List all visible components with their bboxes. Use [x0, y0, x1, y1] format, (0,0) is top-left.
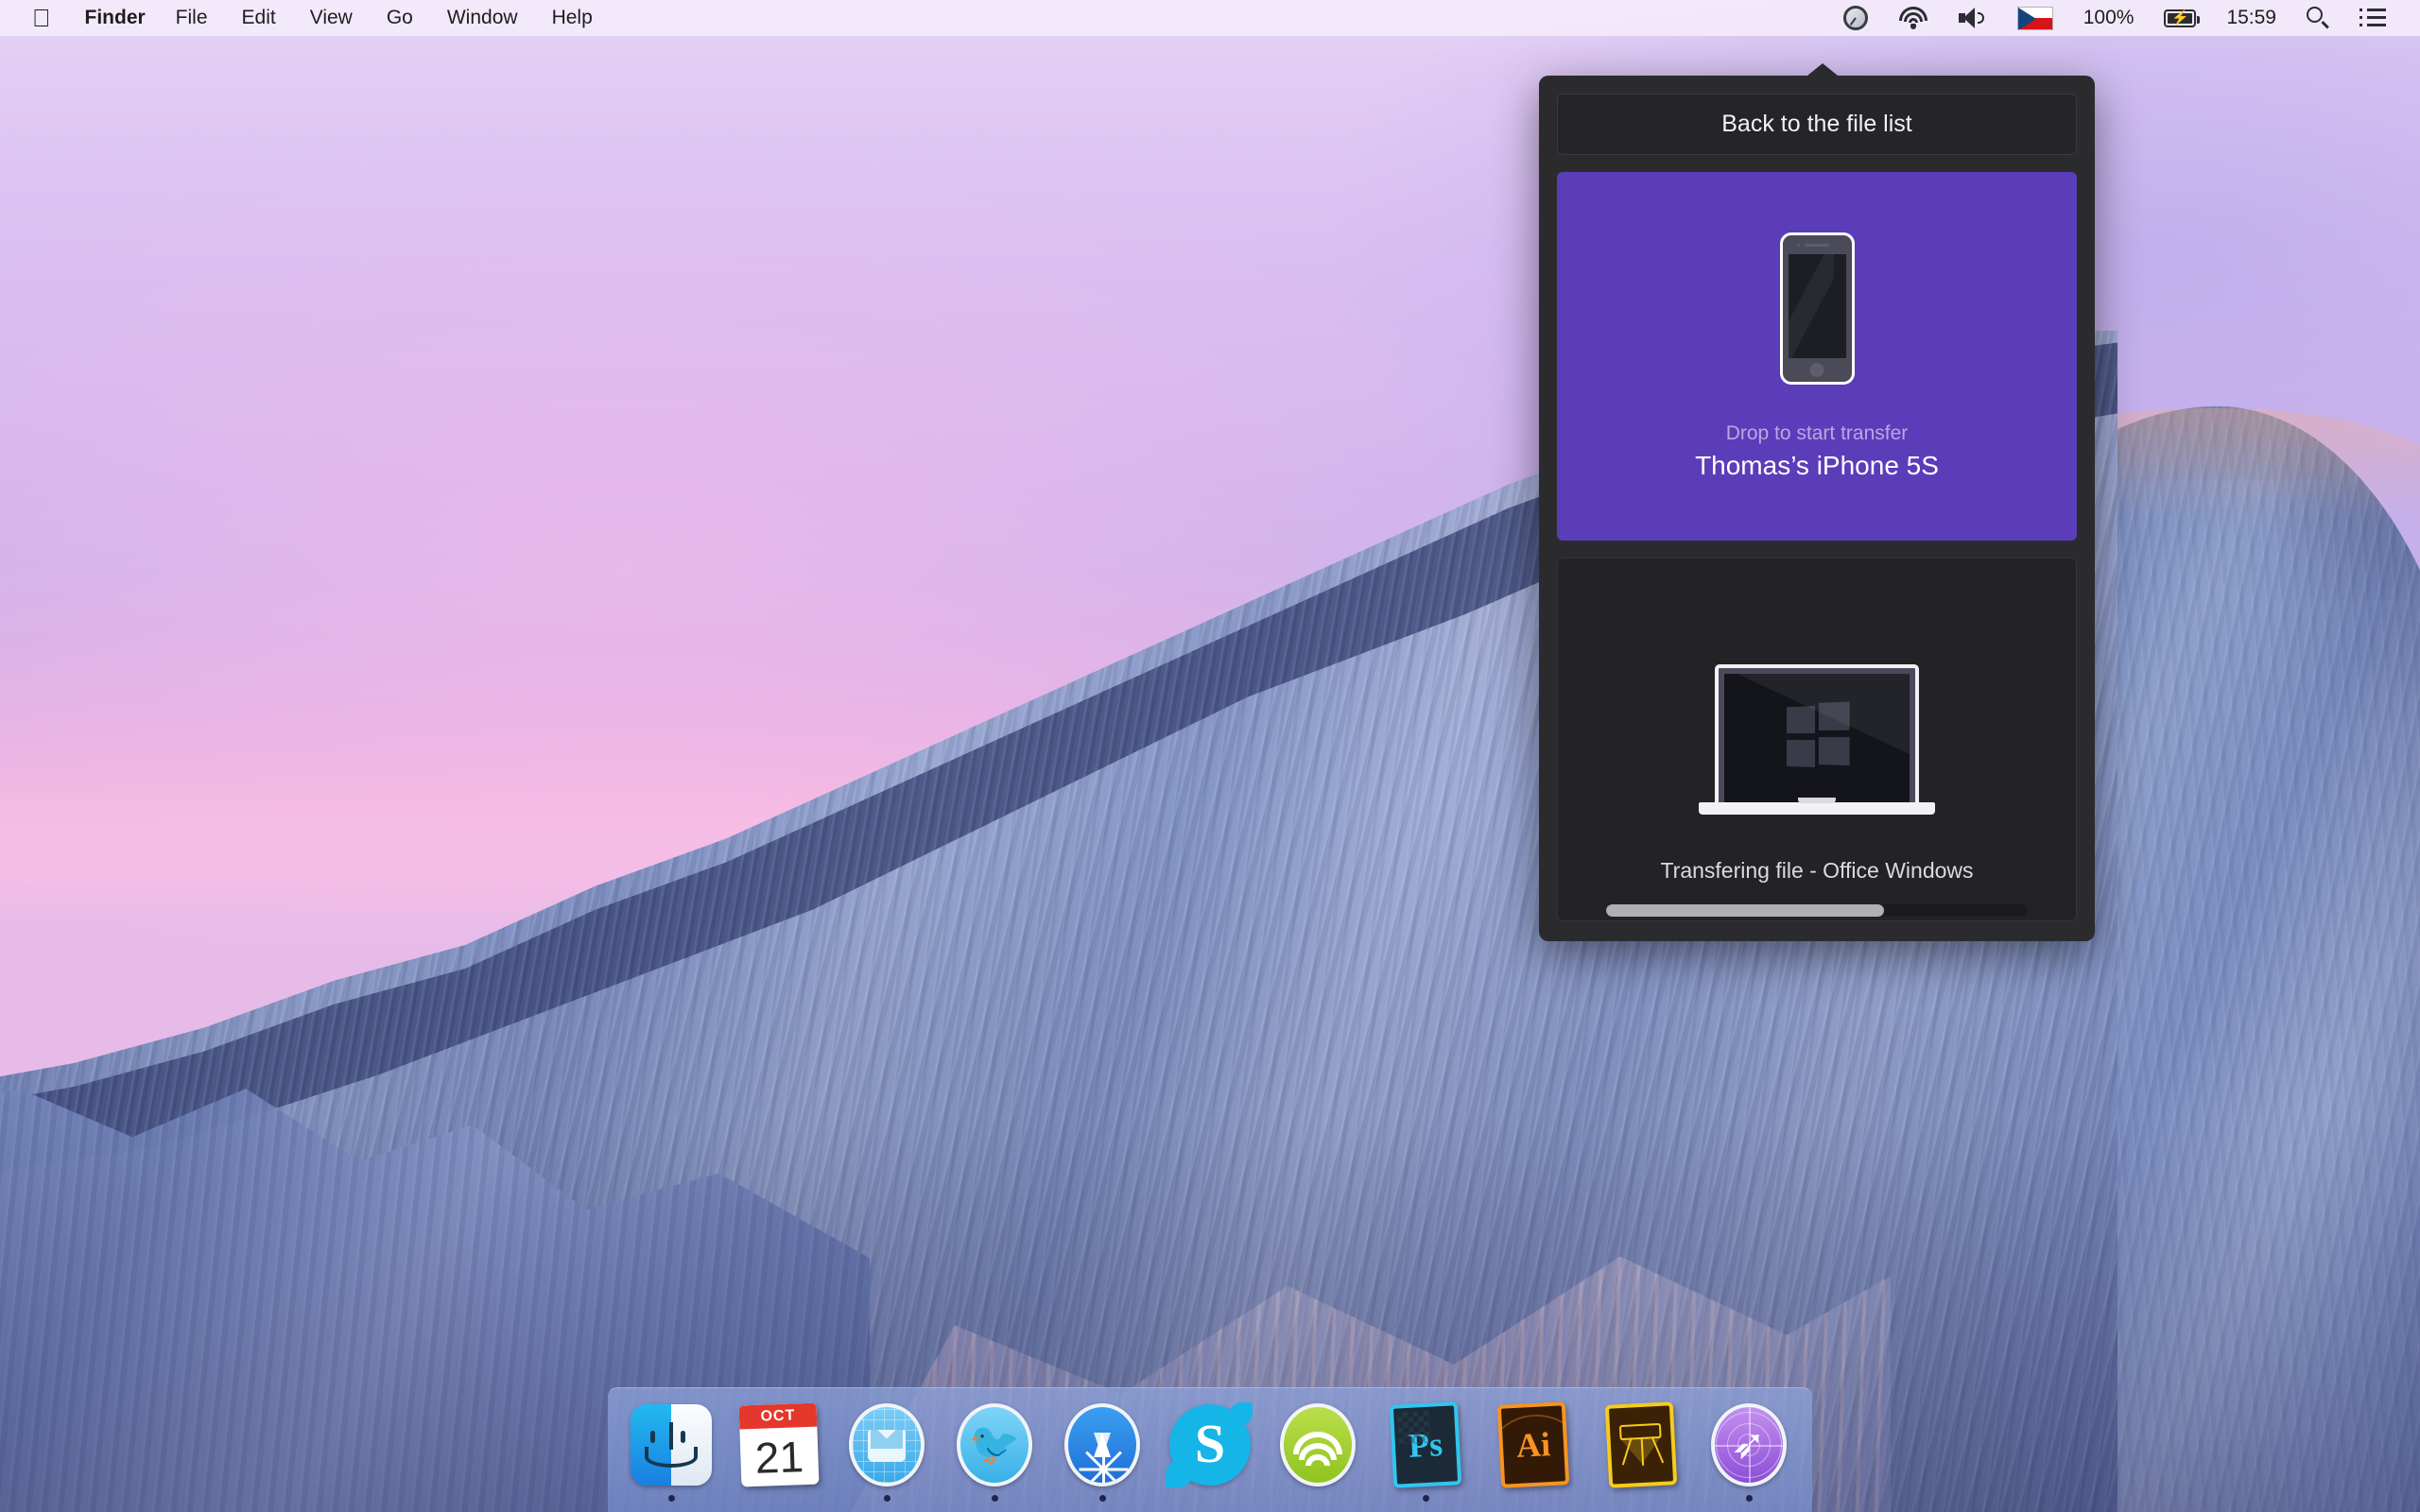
dock: OCT 21 🐦 S Ps Ai ➶	[608, 1387, 1812, 1512]
drop-hint-label: Drop to start transfer	[1725, 421, 1909, 444]
mailbox-icon	[843, 1401, 930, 1488]
device-name-label: Thomas’s iPhone 5S	[1695, 450, 1939, 480]
volume-speaker-icon[interactable]	[1944, 0, 2002, 36]
finder-icon	[628, 1401, 715, 1488]
dock-item-illustrator[interactable]: Ai	[1487, 1401, 1580, 1502]
menu-bar-status-items: 100% ⚡ 15:59	[1828, 0, 2420, 36]
radar-share-icon: ➶	[1705, 1401, 1792, 1488]
running-indicator-dot	[1745, 1495, 1753, 1502]
twitter-icon: 🐦	[951, 1401, 1038, 1488]
menu-item-go[interactable]: Go	[370, 0, 430, 36]
menu-item-window[interactable]: Window	[430, 0, 535, 36]
windows-logo-icon	[1786, 701, 1850, 769]
dock-item-sketch[interactable]	[1595, 1401, 1687, 1502]
running-indicator-dot	[1315, 1495, 1322, 1502]
transfer-status-label: Transfering file - Office Windows	[1660, 858, 1974, 883]
dock-item-spotify[interactable]	[1271, 1401, 1364, 1502]
calendar-day-label: 21	[753, 1431, 804, 1483]
menu-bar-clock[interactable]: 15:59	[2211, 0, 2291, 36]
czech-flag-icon[interactable]	[2002, 0, 2068, 36]
safari-compass-icon	[1059, 1401, 1146, 1488]
iphone-icon	[1779, 232, 1855, 385]
illustrator-icon: Ai	[1490, 1401, 1577, 1488]
skype-glyph: S	[1194, 1412, 1226, 1474]
time-machine-dial-icon[interactable]	[1828, 0, 1883, 36]
menu-bar:  Finder File Edit View Go Window Help 1…	[0, 0, 2420, 36]
menu-item-finder[interactable]: Finder	[72, 0, 159, 36]
transfer-progress-bar	[1606, 904, 2028, 917]
running-indicator-dot	[991, 1495, 998, 1502]
file-transfer-popover: Back to the file list Drop to start tran…	[1539, 76, 2095, 941]
popover-arrow	[1803, 63, 1842, 79]
menu-item-file[interactable]: File	[159, 0, 225, 36]
transfer-status-card: Transfering file - Office Windows	[1557, 558, 2077, 921]
dock-item-transfer-app[interactable]: ➶	[1703, 1401, 1795, 1502]
dock-item-mailbox[interactable]	[840, 1401, 933, 1502]
skype-icon: S	[1166, 1401, 1253, 1488]
drop-target-device-card[interactable]: Drop to start transfer Thomas’s iPhone 5…	[1557, 172, 2077, 541]
dock-item-twitter[interactable]: 🐦	[948, 1401, 1041, 1502]
dock-item-finder[interactable]	[625, 1401, 717, 1502]
notification-center-icon[interactable]	[2344, 0, 2401, 36]
running-indicator-dot	[883, 1495, 890, 1502]
battery-charging-icon[interactable]: ⚡	[2149, 0, 2211, 36]
photoshop-icon: Ps	[1382, 1401, 1469, 1488]
back-to-file-list-label: Back to the file list	[1721, 111, 1912, 137]
dock-item-calendar[interactable]: OCT 21	[733, 1401, 825, 1502]
running-indicator-dot	[1530, 1495, 1537, 1502]
running-indicator-dot	[776, 1495, 783, 1502]
spotlight-search-icon[interactable]	[2291, 0, 2344, 36]
sketch-diamond-icon	[1598, 1401, 1685, 1488]
wifi-icon[interactable]	[1883, 0, 1944, 36]
dock-item-safari[interactable]	[1056, 1401, 1149, 1502]
calendar-month-label: OCT	[738, 1402, 818, 1430]
menu-bar-app-menus:  Finder File Edit View Go Window Help	[0, 0, 610, 36]
menu-item-view[interactable]: View	[293, 0, 370, 36]
apple-logo-icon[interactable]: 	[0, 0, 72, 36]
spotify-icon	[1274, 1401, 1361, 1488]
dock-item-photoshop[interactable]: Ps	[1379, 1401, 1472, 1502]
running-indicator-dot	[1638, 1495, 1645, 1502]
running-indicator-dot	[1207, 1495, 1214, 1502]
dock-item-skype[interactable]: S	[1164, 1401, 1256, 1502]
windows-laptop-icon	[1699, 664, 1935, 815]
transfer-progress-fill	[1606, 904, 1885, 917]
running-indicator-dot	[1098, 1495, 1106, 1502]
back-to-file-list-button[interactable]: Back to the file list	[1557, 94, 2077, 155]
calendar-icon: OCT 21	[735, 1401, 822, 1488]
running-indicator-dot	[667, 1495, 675, 1502]
running-indicator-dot	[1422, 1495, 1429, 1502]
menu-item-help[interactable]: Help	[535, 0, 610, 36]
menu-item-edit[interactable]: Edit	[225, 0, 293, 36]
battery-percent-label[interactable]: 100%	[2068, 0, 2150, 36]
